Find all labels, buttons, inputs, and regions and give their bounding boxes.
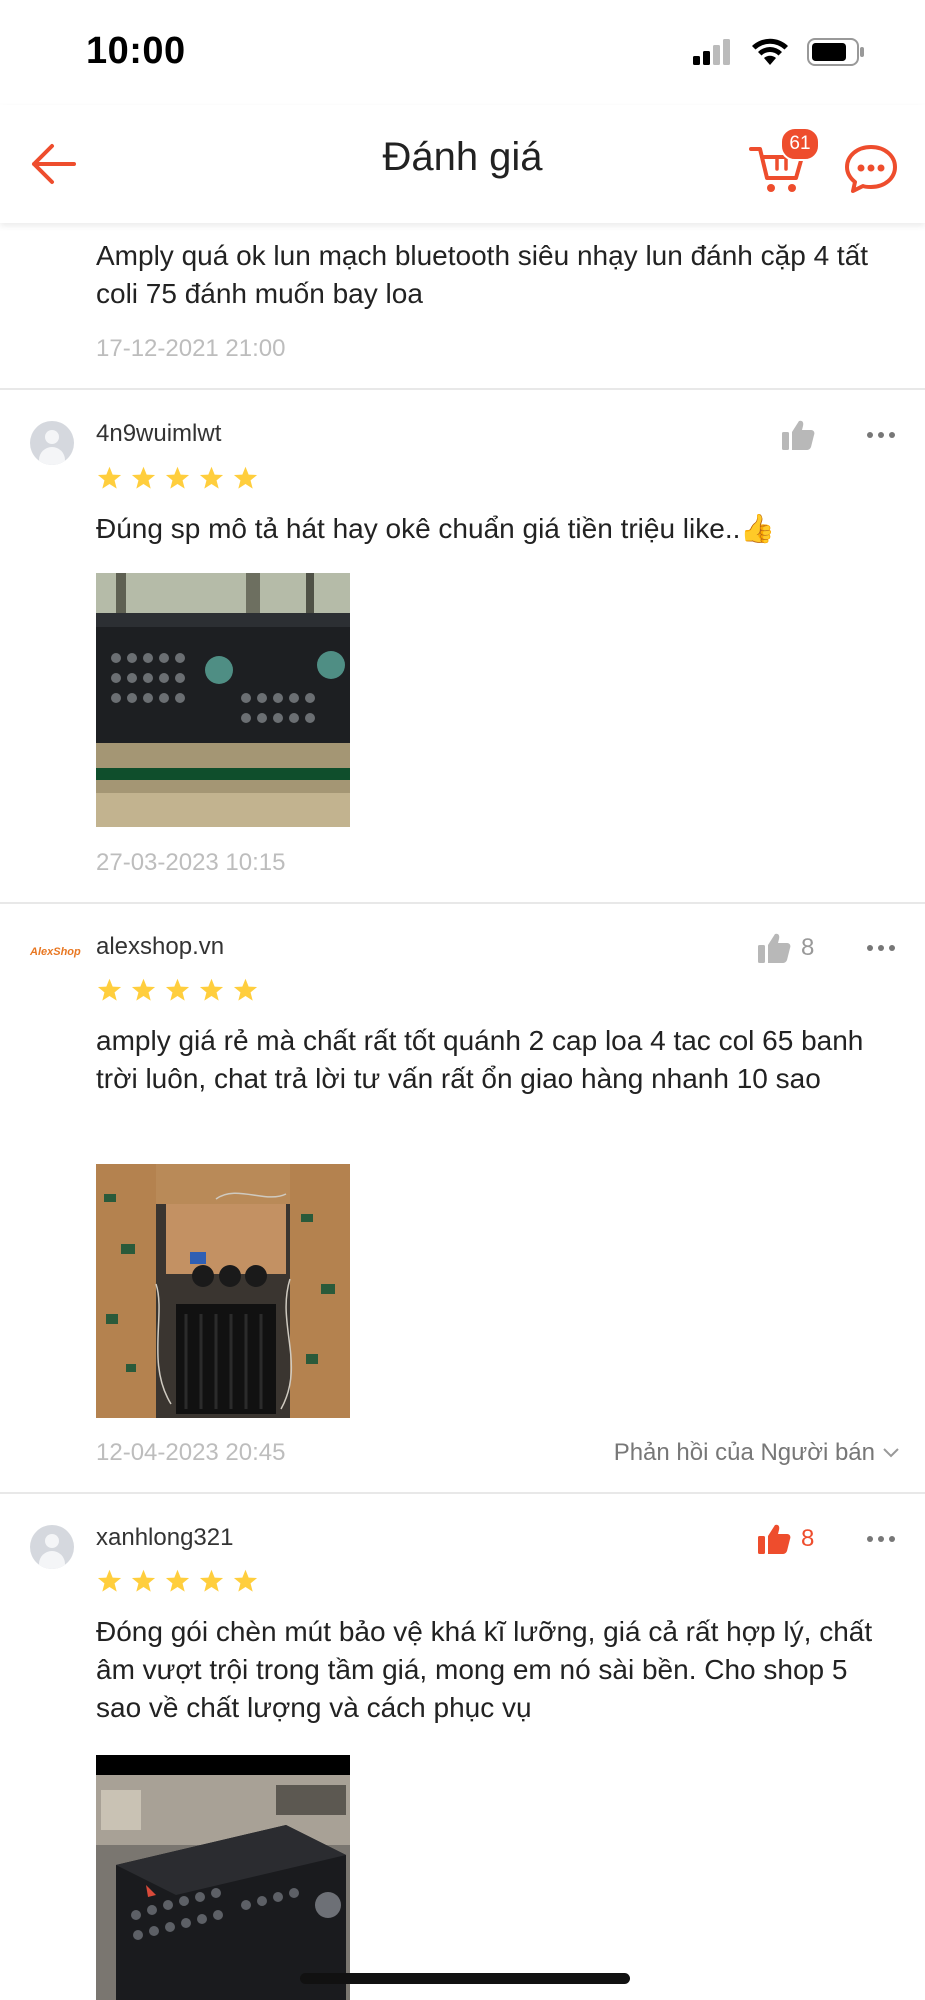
status-icons: [693, 38, 865, 66]
star-icon: [199, 978, 224, 1001]
wifi-icon: [752, 38, 788, 65]
avatar[interactable]: [30, 421, 74, 465]
star-icon: [97, 978, 122, 1001]
like-button[interactable]: 8: [757, 932, 814, 964]
star-icon: [233, 978, 258, 1001]
review-text: Đóng gói chèn mút bảo vệ khá kĩ lưỡng, g…: [96, 1616, 873, 1723]
rating-stars: [96, 977, 259, 1004]
seller-reply-toggle[interactable]: Phản hồi của Người bán: [614, 1439, 899, 1467]
star-icon: [199, 466, 224, 489]
status-bar: 10:00: [0, 0, 925, 105]
review-divider: [0, 1492, 925, 1494]
more-options-icon[interactable]: [866, 943, 896, 953]
thumbs-up-icon: [758, 933, 791, 963]
review-username: xanhlong321: [96, 1524, 234, 1551]
review-photo[interactable]: [96, 573, 350, 827]
home-indicator[interactable]: [300, 1973, 630, 1984]
star-icon: [165, 1569, 190, 1592]
review-text: Amply quá ok lun mạch bluetooth siêu nhạ…: [96, 240, 869, 309]
review-divider: [0, 388, 925, 390]
review-date: 17-12-2021 21:00: [96, 335, 286, 362]
status-time: 10:00: [86, 30, 186, 72]
more-options-icon[interactable]: [866, 1534, 896, 1544]
review-text: amply giá rẻ mà chất rất tốt quánh 2 cap…: [96, 1025, 864, 1094]
cart-count-badge: 61: [780, 127, 820, 161]
cellular-signal-icon: [693, 39, 730, 65]
review-photo[interactable]: [96, 1164, 350, 1418]
chat-icon[interactable]: [843, 141, 899, 197]
like-count: 8: [801, 934, 815, 961]
thumbs-up-icon[interactable]: [781, 419, 815, 451]
seller-reply-label: Phản hồi của Người bán: [613, 1439, 875, 1466]
avatar[interactable]: [30, 1525, 74, 1569]
star-icon: [131, 1569, 156, 1592]
header-bar: Đánh giá 61: [0, 105, 925, 223]
review-date: 12-04-2023 20:45: [96, 1439, 286, 1466]
review-username: 4n9wuimlwt: [96, 420, 222, 447]
star-icon: [165, 466, 190, 489]
star-icon: [199, 1569, 224, 1592]
star-icon: [131, 466, 156, 489]
review-photo[interactable]: [96, 1755, 350, 2000]
shop-avatar-logo[interactable]: AlexShop: [30, 946, 81, 958]
star-icon: [97, 1569, 122, 1592]
battery-icon: [807, 38, 864, 66]
review-username: alexshop.vn: [96, 933, 225, 960]
rating-stars: [96, 465, 259, 492]
like-count: 8: [801, 1525, 815, 1552]
thumbs-up-icon: [758, 1524, 791, 1554]
review-date: 27-03-2023 10:15: [96, 849, 286, 876]
review-text: Đúng sp mô tả hát hay okê chuẩn giá tiền…: [96, 513, 776, 544]
star-icon: [233, 466, 258, 489]
rating-stars: [96, 1568, 259, 1595]
star-icon: [233, 1569, 258, 1592]
star-icon: [97, 466, 122, 489]
star-icon: [131, 978, 156, 1001]
review-divider: [0, 902, 925, 904]
chevron-down-icon: [883, 1448, 899, 1458]
more-options-icon[interactable]: [866, 430, 896, 440]
star-icon: [165, 978, 190, 1001]
like-button[interactable]: 8: [757, 1523, 814, 1555]
